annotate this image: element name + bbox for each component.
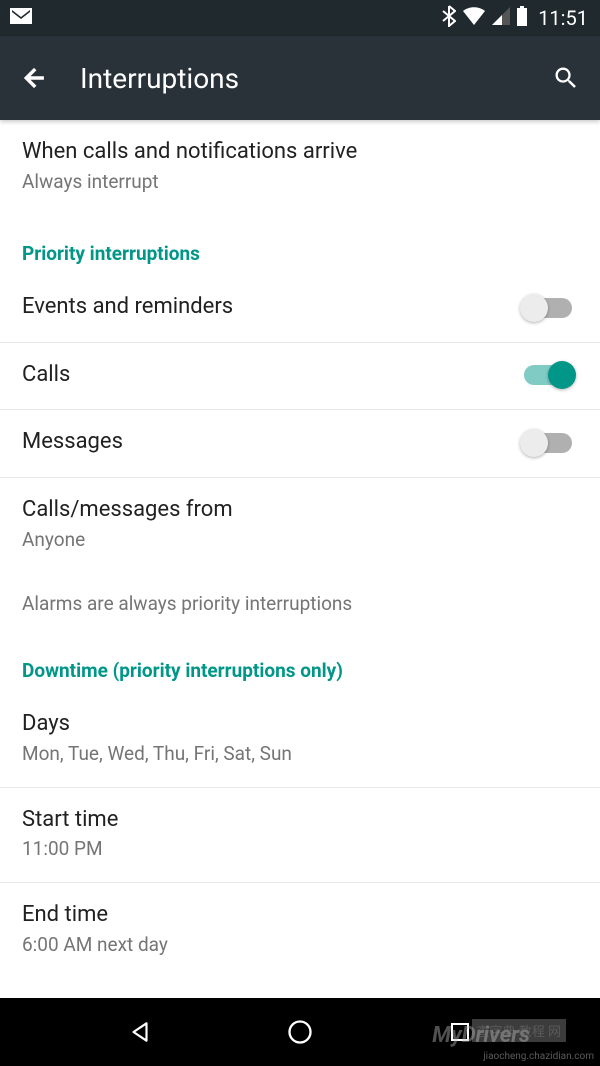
status-right: 11:51 <box>442 5 588 31</box>
status-time: 11:51 <box>538 6 588 30</box>
navigation-bar <box>0 998 600 1066</box>
setting-title: Start time <box>22 806 578 835</box>
battery-icon <box>516 6 528 30</box>
section-downtime: Downtime (priority interruptions only) <box>0 631 600 692</box>
status-left <box>10 8 32 28</box>
setting-subtitle: Anyone <box>22 528 578 553</box>
nav-home-button[interactable] <box>280 1012 320 1052</box>
setting-end-time[interactable]: End time 6:00 AM next day <box>0 883 600 977</box>
setting-events-reminders[interactable]: Events and reminders <box>0 275 600 343</box>
back-button[interactable] <box>20 64 48 92</box>
gmail-icon <box>10 8 32 28</box>
signal-icon <box>492 7 510 29</box>
app-bar: Interruptions <box>0 36 600 120</box>
bluetooth-icon <box>442 5 456 31</box>
setting-start-time[interactable]: Start time 11:00 PM <box>0 788 600 883</box>
setting-title: Calls/messages from <box>22 496 578 525</box>
toggle-events-reminders[interactable] <box>524 298 572 318</box>
setting-title: Messages <box>22 428 524 457</box>
toggle-messages[interactable] <box>524 433 572 453</box>
setting-subtitle: 11:00 PM <box>22 837 578 862</box>
setting-subtitle: 6:00 AM next day <box>22 933 578 958</box>
setting-messages[interactable]: Messages <box>0 410 600 478</box>
status-bar: 11:51 <box>0 0 600 36</box>
setting-calls[interactable]: Calls <box>0 343 600 411</box>
setting-title: Calls <box>22 361 524 390</box>
setting-title: When calls and notifications arrive <box>22 138 578 167</box>
page-title: Interruptions <box>80 62 552 95</box>
setting-when-arrive[interactable]: When calls and notifications arrive Alwa… <box>0 120 600 214</box>
nav-back-button[interactable] <box>120 1012 160 1052</box>
setting-title: End time <box>22 901 578 930</box>
settings-content: When calls and notifications arrive Alwa… <box>0 120 600 998</box>
section-priority-interruptions: Priority interruptions <box>0 214 600 275</box>
search-button[interactable] <box>552 64 580 92</box>
setting-calls-from[interactable]: Calls/messages from Anyone <box>0 478 600 572</box>
setting-subtitle: Mon, Tue, Wed, Thu, Fri, Sat, Sun <box>22 742 578 767</box>
nav-recent-button[interactable] <box>440 1012 480 1052</box>
setting-subtitle: Always interrupt <box>22 170 578 195</box>
toggle-calls[interactable] <box>524 365 572 385</box>
setting-days[interactable]: Days Mon, Tue, Wed, Thu, Fri, Sat, Sun <box>0 692 600 787</box>
setting-title: Events and reminders <box>22 293 524 322</box>
wifi-icon <box>462 6 486 30</box>
setting-title: Days <box>22 710 578 739</box>
alarms-info: Alarms are always priority interruptions <box>0 572 600 631</box>
